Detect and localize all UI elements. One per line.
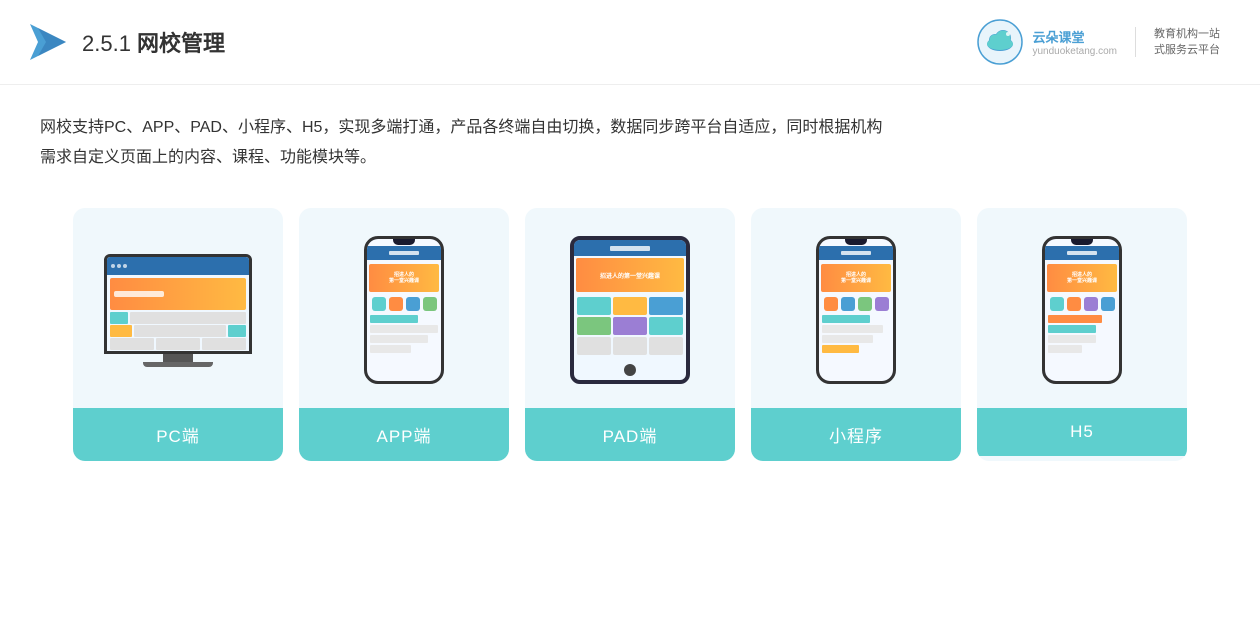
phone-body-h5: 招进人的第一堂兴趣课: [1042, 236, 1122, 384]
page-title: 2.5.1 网校管理: [82, 26, 225, 58]
card-app-image: 招进人的第一堂兴趣课: [299, 208, 509, 408]
card-pad: 招进人的第一堂兴趣课: [525, 208, 735, 461]
page-container: 2.5.1 网校管理 云朵课堂 yunduoketang.com: [0, 0, 1260, 630]
brand-tagline: 教育机构一站 式服务云平台: [1154, 26, 1220, 59]
brand-logo-icon: [976, 18, 1024, 66]
header-right: 云朵课堂 yunduoketang.com 教育机构一站 式服务云平台: [976, 18, 1220, 66]
header-divider: [1135, 27, 1136, 57]
cards-area: PC端 招进人的第一堂兴趣课: [0, 188, 1260, 461]
description-line1: 网校支持PC、APP、PAD、小程序、H5，实现多端打通，产品各终端自由切换，数…: [40, 113, 1220, 143]
phone-body-app: 招进人的第一堂兴趣课: [364, 236, 444, 384]
phone-mockup-miniapp: 招进人的第一堂兴趣课: [816, 236, 896, 384]
phone-mockup-app: 招进人的第一堂兴趣课: [364, 236, 444, 384]
phone-body-miniapp: 招进人的第一堂兴趣课: [816, 236, 896, 384]
card-miniapp-label: 小程序: [751, 408, 961, 461]
header-left: 2.5.1 网校管理: [30, 24, 225, 60]
description-line2: 需求自定义页面上的内容、课程、功能模块等。: [40, 143, 1220, 173]
phone-mockup-h5: 招进人的第一堂兴趣课: [1042, 236, 1122, 384]
card-h5: 招进人的第一堂兴趣课: [977, 208, 1187, 461]
card-pc: PC端: [73, 208, 283, 461]
pc-base: [143, 362, 213, 367]
brand-name: 云朵课堂: [1032, 27, 1084, 46]
tablet-body: 招进人的第一堂兴趣课: [570, 236, 690, 384]
description: 网校支持PC、APP、PAD、小程序、H5，实现多端打通，产品各终端自由切换，数…: [0, 85, 1260, 188]
pc-monitor: [104, 254, 252, 354]
card-pad-image: 招进人的第一堂兴趣课: [525, 208, 735, 408]
pc-stand: [163, 354, 193, 362]
card-pad-label: PAD端: [525, 408, 735, 461]
logo-arrow-icon: [30, 24, 66, 60]
pc-mockup: [104, 254, 252, 367]
card-h5-label: H5: [977, 408, 1187, 456]
card-pc-label: PC端: [73, 408, 283, 461]
card-h5-image: 招进人的第一堂兴趣课: [977, 208, 1187, 408]
card-miniapp: 招进人的第一堂兴趣课: [751, 208, 961, 461]
brand-url: yunduoketang.com: [1032, 46, 1117, 57]
card-app: 招进人的第一堂兴趣课: [299, 208, 509, 461]
header: 2.5.1 网校管理 云朵课堂 yunduoketang.com: [0, 0, 1260, 85]
card-miniapp-image: 招进人的第一堂兴趣课: [751, 208, 961, 408]
card-app-label: APP端: [299, 408, 509, 461]
card-pc-image: [73, 208, 283, 408]
tablet-mockup: 招进人的第一堂兴趣课: [570, 236, 690, 384]
brand-text: 云朵课堂 yunduoketang.com: [1032, 27, 1117, 57]
